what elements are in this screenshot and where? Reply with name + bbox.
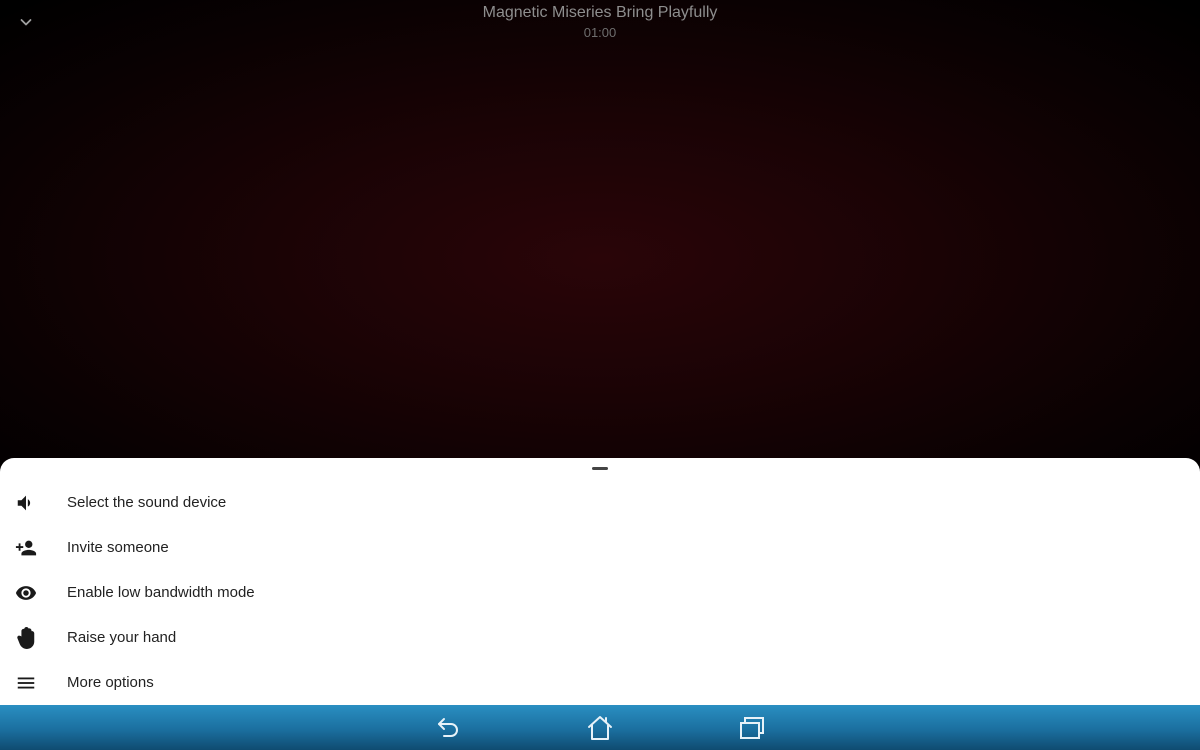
nav-home-button[interactable] [584,713,616,743]
nav-recents-button[interactable] [736,713,768,743]
add-person-icon [15,537,37,559]
system-nav-bar [0,705,1200,750]
menu-item-label: Enable low bandwidth mode [67,584,255,601]
menu-item-raise-hand[interactable]: Raise your hand [0,615,1200,660]
meeting-title: Magnetic Miseries Bring Playfully [482,4,718,21]
meeting-screen: Magnetic Miseries Bring Playfully 01:00 … [0,0,1200,750]
menu-item-more-options[interactable]: More options [0,660,1200,705]
recents-icon [740,717,764,739]
menu-item-label: Invite someone [67,539,169,556]
meeting-timer: 01:00 [583,25,617,40]
nav-back-button[interactable] [432,713,464,743]
sheet-drag-handle[interactable] [592,467,608,470]
hand-icon [15,626,37,649]
volume-icon [15,492,37,514]
menu-icon [15,672,37,694]
options-bottom-sheet: Select the sound device Invite someone E… [0,458,1200,706]
menu-item-label: More options [67,674,154,691]
menu-item-label: Raise your hand [67,629,177,646]
video-background[interactable] [0,0,1200,470]
menu-item-invite[interactable]: Invite someone [0,525,1200,570]
home-icon [588,716,612,740]
meeting-header: Magnetic Miseries Bring Playfully 01:00 [0,3,1200,42]
back-icon [438,718,458,737]
menu-item-label: Select the sound device [67,494,227,511]
eye-icon [15,582,37,604]
menu-item-low-bandwidth[interactable]: Enable low bandwidth mode [0,570,1200,615]
menu-item-sound-device[interactable]: Select the sound device [0,480,1200,525]
